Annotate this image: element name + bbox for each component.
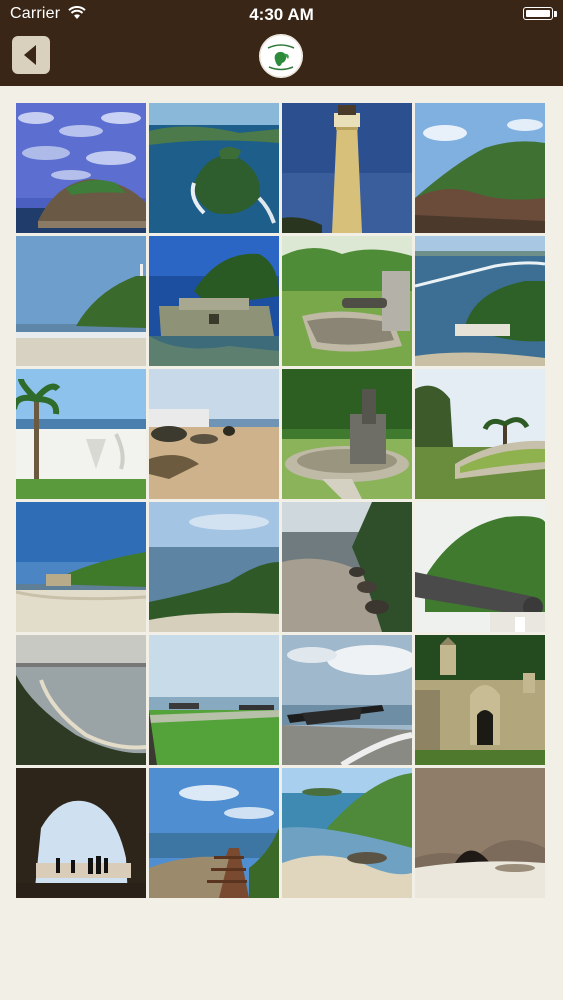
back-button[interactable] <box>12 36 50 74</box>
photo-thumbnail[interactable] <box>415 369 545 499</box>
photo-thumbnail[interactable] <box>16 635 146 765</box>
photo-thumbnail[interactable] <box>415 768 545 898</box>
photo-thumbnail[interactable] <box>149 768 279 898</box>
photo-thumbnail[interactable] <box>282 236 412 366</box>
photo-thumbnail[interactable] <box>415 635 545 765</box>
status-bar: Carrier 4:30 AM <box>0 0 563 28</box>
photo-thumbnail[interactable] <box>282 768 412 898</box>
photo-thumbnail[interactable] <box>16 502 146 632</box>
app-logo-icon <box>259 34 303 78</box>
photo-thumbnail[interactable] <box>149 103 279 233</box>
chevron-left-icon <box>24 45 36 65</box>
photo-thumbnail[interactable] <box>282 103 412 233</box>
photo-thumbnail[interactable] <box>16 103 146 233</box>
battery-icon <box>523 7 557 20</box>
photo-thumbnail[interactable] <box>149 369 279 499</box>
photo-thumbnail[interactable] <box>415 502 545 632</box>
photo-thumbnail[interactable] <box>16 768 146 898</box>
photo-thumbnail[interactable] <box>415 236 545 366</box>
photo-thumbnail[interactable] <box>16 236 146 366</box>
photo-thumbnail[interactable] <box>415 103 545 233</box>
photo-grid <box>16 103 547 899</box>
photo-thumbnail[interactable] <box>16 369 146 499</box>
photo-thumbnail[interactable] <box>282 502 412 632</box>
photo-thumbnail[interactable] <box>149 635 279 765</box>
photo-thumbnail[interactable] <box>282 369 412 499</box>
navigation-bar: Carrier 4:30 AM <box>0 0 563 86</box>
status-time: 4:30 AM <box>249 5 314 24</box>
photo-thumbnail[interactable] <box>149 502 279 632</box>
photo-thumbnail[interactable] <box>149 236 279 366</box>
photo-thumbnail[interactable] <box>282 635 412 765</box>
